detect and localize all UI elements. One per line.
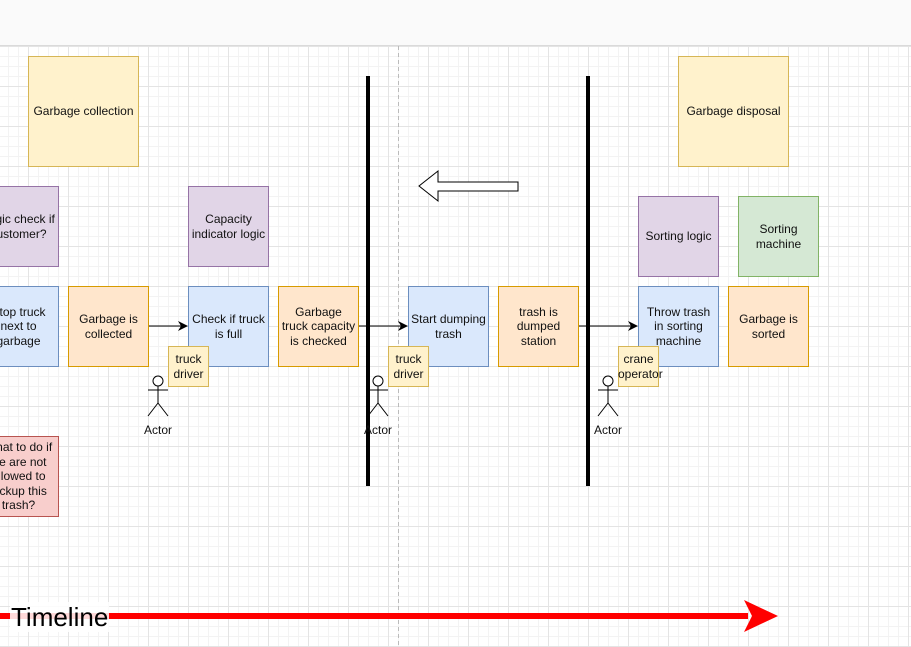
truck-driver-sticky-1[interactable]: truck driver <box>168 346 209 387</box>
hollow-left-arrow[interactable] <box>418 169 519 203</box>
actor-figure-1[interactable] <box>147 375 169 417</box>
sorting-logic-box[interactable]: Sorting logic <box>638 196 719 277</box>
sorting-machine-box[interactable]: Sorting machine <box>738 196 819 277</box>
note-text: Garbage collection <box>33 104 134 119</box>
box-text: trash is dumped station <box>516 304 561 348</box>
crane-operator-sticky[interactable]: crane operator <box>618 346 663 387</box>
box-text: Start dumping trash <box>411 312 486 341</box>
actor-figure-3[interactable] <box>597 375 619 417</box>
box-text: Logic check if customer? <box>0 212 55 241</box>
garbage-sorted-event[interactable]: Garbage is sorted <box>728 286 809 367</box>
actor-label-2: Actor <box>363 423 392 437</box>
actor-label-3: Actor <box>593 423 622 437</box>
box-text: Capacity indicator logic <box>191 212 266 241</box>
box-text: Sorting logic <box>645 229 712 244</box>
garbage-disposal-note[interactable]: Garbage disposal <box>678 56 789 167</box>
garbage-collection-note[interactable]: Garbage collection <box>28 56 139 167</box>
box-text: Garbage is collected <box>79 312 138 341</box>
sticky-text: truck driver <box>173 352 204 381</box>
capacity-indicator-logic-box[interactable]: Capacity indicator logic <box>188 186 269 267</box>
box-text: Stop truck next to garbage <box>0 304 46 348</box>
box-text: Garbage is sorted <box>739 312 798 341</box>
actor-label-1: Actor <box>143 423 172 437</box>
truck-driver-sticky-2[interactable]: truck driver <box>388 346 429 387</box>
capacity-checked-event[interactable]: Garbage truck capacity is checked <box>278 286 359 367</box>
logic-check-customer-box[interactable]: Logic check if customer? <box>0 186 59 267</box>
box-text: Check if truck is full <box>192 312 265 341</box>
box-text: Garbage truck capacity is checked <box>281 304 356 348</box>
timeline-label[interactable]: Timeline <box>10 602 110 632</box>
note-text: Garbage disposal <box>686 104 781 119</box>
actor-figure-2[interactable] <box>367 375 389 417</box>
box-text: What to do if we are not allowed to pick… <box>0 440 53 513</box>
timeline-arrowhead <box>744 600 778 632</box>
box-text: Sorting machine <box>755 222 802 251</box>
trash-dumped-event[interactable]: trash is dumped station <box>498 286 579 367</box>
sticky-text: crane operator <box>618 352 663 381</box>
not-allowed-question-box[interactable]: What to do if we are not allowed to pick… <box>0 436 59 517</box>
stop-truck-box[interactable]: Stop truck next to garbage <box>0 286 59 367</box>
box-text: Throw trash in sorting machine <box>646 304 711 348</box>
sticky-text: truck driver <box>393 352 424 381</box>
garbage-collected-event[interactable]: Garbage is collected <box>68 286 149 367</box>
